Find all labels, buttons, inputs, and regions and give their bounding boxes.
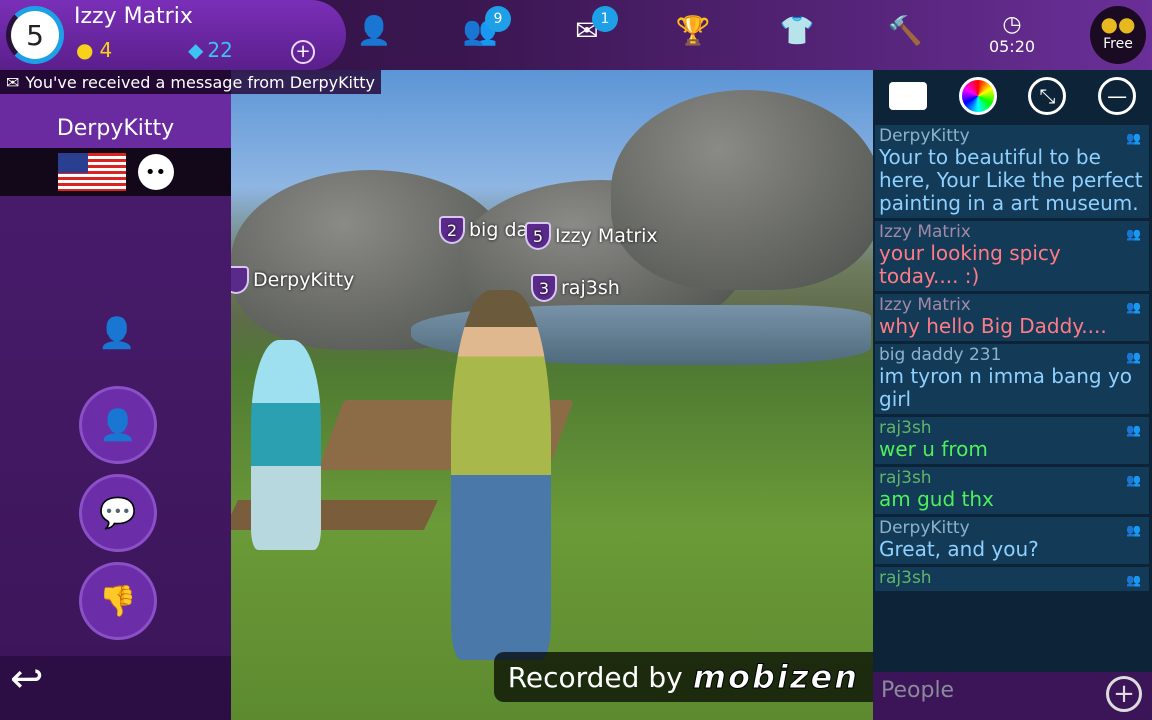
coin-icon: ● bbox=[76, 38, 94, 62]
group-icon: 👥 bbox=[1126, 523, 1141, 537]
chat-message[interactable]: raj3sh wer u from 👥 bbox=[875, 417, 1149, 464]
message-sender: raj3sh bbox=[879, 418, 932, 438]
message-sender: raj3sh bbox=[879, 468, 932, 488]
chat-message[interactable]: DerpyKitty Your to beautiful to be here, … bbox=[875, 125, 1149, 218]
thumbs-down-icon: 👎 bbox=[99, 583, 137, 619]
nametag[interactable]: 2 big da bbox=[439, 216, 528, 244]
wardrobe-icon[interactable]: 👕 bbox=[772, 14, 822, 47]
chat-message[interactable]: Izzy Matrix your looking spicy today.... … bbox=[875, 221, 1149, 291]
friends-badge: 9 bbox=[485, 6, 511, 32]
level-shield-icon: 2 bbox=[439, 216, 465, 244]
add-currency-button[interactable]: + bbox=[291, 40, 315, 64]
chat-message[interactable]: DerpyKitty Great, and you? 👥 bbox=[875, 517, 1149, 564]
message-text: wer u from bbox=[879, 437, 988, 461]
message-text: am gud thx bbox=[879, 487, 994, 511]
resize-icon[interactable]: ⤡ bbox=[1028, 77, 1067, 115]
top-bar: 5 Izzy Matrix ● 4 ◆ 22 + 👤 👥 9 ✉ 1 🏆 👕 🔨 ◷ 05… bbox=[0, 0, 1152, 70]
chat-message[interactable]: Izzy Matrix why hello Big Daddy.... 👥 bbox=[875, 294, 1149, 341]
avatar-big-daddy[interactable] bbox=[451, 290, 551, 660]
view-profile-button[interactable]: 👤 bbox=[79, 386, 157, 464]
chat-bubbles-icon: 💬 bbox=[99, 495, 137, 531]
free-coins-button[interactable]: ●● Free bbox=[1090, 6, 1146, 64]
nametag[interactable]: DerpyKitty bbox=[231, 266, 354, 294]
gem-icon: ◆ bbox=[188, 38, 204, 62]
speech-bubble-icon[interactable] bbox=[888, 82, 927, 110]
trophy-icon[interactable]: 🏆 bbox=[668, 14, 718, 47]
group-icon: 👥 bbox=[1126, 300, 1141, 314]
player-info-panel: DerpyKitty4 •• 👤 👤 💬 👎 bbox=[0, 94, 231, 720]
rock bbox=[611, 90, 873, 290]
group-icon: 👥 bbox=[1126, 473, 1141, 487]
person-icon: 👤 bbox=[99, 407, 137, 443]
message-text: why hello Big Daddy.... bbox=[879, 314, 1107, 338]
us-flag-icon bbox=[57, 153, 126, 191]
message-text: Your to beautiful to be here, Your Like … bbox=[879, 145, 1143, 215]
game-scene[interactable]: 2 big da 5 Izzy Matrix DerpyKitty 3 raj3sh bbox=[231, 70, 873, 720]
friends-button[interactable]: 👥 9 bbox=[455, 6, 511, 47]
clock-icon: ◷ bbox=[1002, 12, 1022, 37]
message-text: im tyron n imma bang yo girl bbox=[879, 364, 1133, 411]
player-level: 5 bbox=[6, 6, 64, 64]
message-sender: DerpyKitty bbox=[879, 126, 970, 146]
group-icon: 👥 bbox=[1126, 227, 1141, 241]
level-shield-icon: 5 bbox=[525, 222, 551, 250]
dislike-button[interactable]: 👎 bbox=[79, 562, 157, 640]
message-sender: big daddy 231 bbox=[879, 345, 1002, 365]
back-button[interactable]: ↩ bbox=[0, 656, 231, 720]
add-friend-icon[interactable]: 👤 bbox=[98, 316, 135, 351]
message-sender: Izzy Matrix bbox=[879, 295, 971, 315]
gems: ◆ 22 bbox=[188, 38, 233, 62]
hammer-icon[interactable]: 🔨 bbox=[880, 14, 930, 47]
message-notification[interactable]: ✉ You've received a message from DerpyKit… bbox=[0, 70, 382, 94]
chat-message[interactable]: big daddy 231 im tyron n imma bang yo gir… bbox=[875, 344, 1149, 414]
recording-watermark: Recorded by mobizen bbox=[493, 652, 873, 702]
chat-messages[interactable]: DerpyKitty Your to beautiful to be here, … bbox=[873, 125, 1152, 591]
message-sender: raj3sh bbox=[879, 568, 932, 588]
people-input[interactable]: People + bbox=[873, 672, 1152, 720]
group-icon: 👥 bbox=[1126, 350, 1141, 364]
group-icon: 👥 bbox=[1126, 423, 1141, 437]
player-name: Izzy Matrix bbox=[74, 4, 193, 29]
nametag[interactable]: 5 Izzy Matrix bbox=[525, 222, 658, 250]
profile-name: DerpyKitty bbox=[56, 116, 175, 141]
chat-message[interactable]: raj3sh am gud thx 👥 bbox=[875, 467, 1149, 514]
neutral-face-icon: •• bbox=[137, 154, 174, 190]
message-text: Great, and you? bbox=[879, 537, 1039, 561]
minimize-icon[interactable]: — bbox=[1098, 77, 1137, 115]
avatar-derpykitty[interactable] bbox=[251, 340, 321, 550]
plus-icon[interactable]: + bbox=[1106, 676, 1142, 712]
private-chat-button[interactable]: 💬 bbox=[79, 474, 157, 552]
timer-button[interactable]: ◷ 05:20 bbox=[982, 12, 1042, 56]
coins: ● 4 bbox=[76, 38, 113, 62]
color-wheel-icon[interactable] bbox=[958, 77, 997, 115]
nametag[interactable]: 3 raj3sh bbox=[531, 274, 620, 302]
coin-stack-icon: ●● bbox=[1100, 12, 1136, 36]
chat-message[interactable]: raj3sh 👥 bbox=[875, 567, 1149, 591]
chat-panel: ⤡ — DerpyKitty Your to beautiful to be he… bbox=[873, 70, 1152, 720]
message-sender: DerpyKitty bbox=[879, 518, 970, 538]
message-text: your looking spicy today.... :) bbox=[879, 241, 1061, 288]
group-icon: 👥 bbox=[1126, 131, 1141, 145]
group-icon: 👥 bbox=[1126, 573, 1141, 587]
envelope-icon: ✉ bbox=[6, 72, 20, 92]
mail-badge: 1 bbox=[592, 6, 618, 32]
mail-button[interactable]: ✉ 1 bbox=[562, 6, 618, 47]
profile-icon[interactable]: 👤 bbox=[349, 14, 399, 47]
mobizen-logo: mobizen bbox=[692, 658, 859, 697]
message-sender: Izzy Matrix bbox=[879, 222, 971, 242]
level-shield-icon: 3 bbox=[531, 274, 557, 302]
player-profile[interactable]: 5 Izzy Matrix ● 4 ◆ 22 + bbox=[0, 0, 346, 70]
back-arrow-icon: ↩ bbox=[10, 656, 44, 702]
level-shield-icon bbox=[231, 266, 249, 294]
